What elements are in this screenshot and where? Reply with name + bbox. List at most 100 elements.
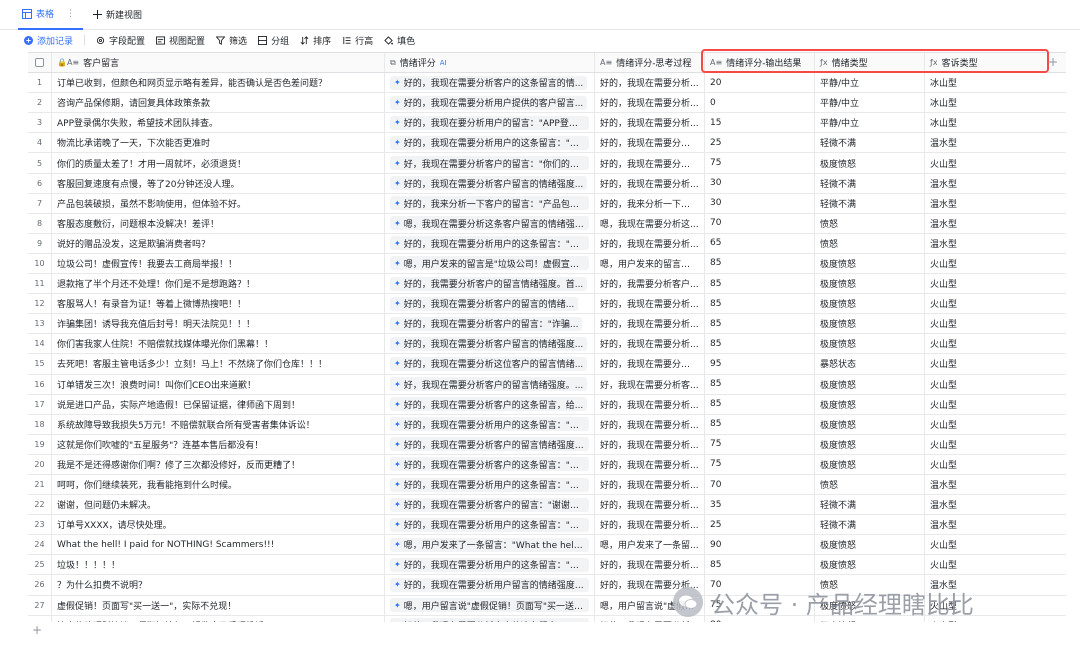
table-row[interactable]: 1 订单已收到，但颜色和网页显示略有差异，能否确认是否色差问题？ ✦ 好的，我现在需要… <box>28 73 1066 94</box>
emotion-type-cell[interactable]: 极度愤怒 <box>815 555 925 575</box>
customer-message-cell[interactable]: 我是不是还得感谢你们啊？修了三次都没修好，反而更糟了！ <box>52 454 385 474</box>
complaint-type-cell[interactable]: 温水型 <box>925 174 1046 193</box>
emotion-score-cell[interactable]: ✦ 嗯，用户发来的留言是"垃圾公司！虚假宣传... <box>385 253 595 274</box>
table-row[interactable]: 25 垃圾！！！！！ ✦ 好的，我现在需要分析用户的这条留言："垃圾... 好的，我现在… <box>28 555 1066 576</box>
table-row[interactable]: 3 APP登录偶尔失败，希望技术团队排查。 ✦ 好的，我现在要分析用户的留言："APP… <box>28 113 1066 134</box>
output-result-cell[interactable]: 75 <box>705 434 815 454</box>
thinking-process-cell[interactable]: 好的，我现在需要分析... <box>595 334 705 354</box>
table-row[interactable]: 12 客服骂人！有录音为证！等着上微博热搜吧！！ ✦ 好的，我现在需要分析客户的留言的… <box>28 294 1066 315</box>
complaint-type-cell[interactable]: 温水型 <box>925 194 1046 213</box>
table-row[interactable]: 22 谢谢，但问题仍未解决。 ✦ 好的，我现在需要分析客户的留言："谢谢，... 好的，… <box>28 495 1066 516</box>
ai-result-chip[interactable]: ✦ 好的，我现在需要分析客户的留言情绪强度评... <box>390 437 589 452</box>
customer-message-cell[interactable]: APP登录偶尔失败，希望技术团队排查。 <box>52 113 385 133</box>
thinking-process-cell[interactable]: 好的，我现在需要分析... <box>595 454 705 474</box>
ai-result-chip[interactable]: ✦ 嗯，用户留言说"虚假促销！页面写"买一送一"... <box>390 598 589 613</box>
emotion-type-cell[interactable]: 极度愤怒 <box>815 294 925 314</box>
output-result-cell[interactable]: 85 <box>705 374 815 394</box>
emotion-score-cell[interactable]: ✦ 好的，我来分析一下客户的留言："产品包装... <box>385 193 595 213</box>
table-row[interactable]: 17 说是进口产品，实际产地造假！已保留证据，律师函下周到！ ✦ 好的，我现在需要分析… <box>28 394 1066 415</box>
emotion-score-cell[interactable]: ✦好的，我现在需要分析客户的这条留言："擅... <box>385 615 595 622</box>
emotion-score-cell[interactable]: ✦ 好的，我现在需要分析客户的这条留言的情... <box>385 73 595 93</box>
ai-result-chip[interactable]: ✦ 好的，我现在需要分析用户提供的客户留言... <box>390 95 588 110</box>
output-result-cell[interactable]: 95 <box>705 354 815 374</box>
ai-result-chip[interactable]: ✦好的，我现在需要分析客户的这条留言："擅... <box>390 618 589 622</box>
emotion-type-cell[interactable]: 极度愤怒 <box>815 414 925 434</box>
complaint-type-cell[interactable]: 火山型 <box>925 294 1046 313</box>
ai-result-chip[interactable]: ✦ 好的，我现在需要分析客户留言的情绪强度... <box>390 176 588 191</box>
add-record-button[interactable]: 添加记录 <box>24 34 73 47</box>
emotion-type-cell[interactable]: 轻微不满 <box>815 495 925 515</box>
customer-message-cell[interactable]: What the hell! I paid for NOTHING! Scamm… <box>52 535 385 555</box>
customer-message-cell[interactable]: 说好的赠品没发，这是欺骗消费者吗？ <box>52 233 385 253</box>
emotion-type-cell[interactable]: 极度愤怒 <box>815 153 925 173</box>
emotion-score-cell[interactable]: ✦ 好的，我现在需要分析客户的这条留言："我是... <box>385 454 595 474</box>
output-result-cell[interactable]: 85 <box>705 394 815 414</box>
tab-more-icon[interactable]: ⋮ <box>66 9 75 19</box>
emotion-score-cell[interactable]: ✦ 好的，我现在需要分析客户的留言："诈骗... <box>385 314 595 334</box>
emotion-score-cell[interactable]: ✦ 好的，我现在需要分析用户的这条留言："说... <box>385 233 595 253</box>
output-result-cell[interactable]: 90 <box>705 535 815 555</box>
ai-result-chip[interactable]: ✦ 好的，我现在需要分析客户的这条留言，给... <box>390 397 588 412</box>
customer-message-cell[interactable]: 说是进口产品，实际产地造假！已保留证据，律师函下周到！ <box>52 394 385 414</box>
thinking-process-cell[interactable]: 好的，我需要分析客户... <box>595 274 705 294</box>
output-result-cell[interactable]: 30 <box>705 193 815 213</box>
emotion-score-cell[interactable]: ✦ 好的，我现在需要分析客户留言的情绪强度... <box>385 334 595 354</box>
table-row[interactable]: 2 咨询产品保修期，请回复具体政策条款 ✦ 好的，我现在需要分析用户提供的客户留言..… <box>28 93 1066 114</box>
complaint-type-cell[interactable]: 温水型 <box>925 475 1046 494</box>
thinking-process-cell[interactable]: 好的，我现在需要分析这... <box>595 354 705 374</box>
table-row[interactable]: 14 你们害我家人住院！不赔偿就找媒体曝光你们黑幕！！ ✦ 好的，我现在需要分析客户留… <box>28 334 1066 355</box>
header-thinking-process[interactable]: A≡ 情绪评分-思考过程 <box>595 53 705 73</box>
thinking-process-cell[interactable]: 嗯，我现在需要分析这... <box>595 213 705 233</box>
customer-message-cell[interactable]: 客服骂人！有录音为证！等着上微博热搜吧！！ <box>52 294 385 314</box>
complaint-type-cell[interactable]: 火山型 <box>925 254 1046 273</box>
ai-result-chip[interactable]: ✦ 好的，我现在需要分析这位客户的留言情绪... <box>390 356 588 371</box>
thinking-process-cell[interactable]: 嗯，用户发来的留言是"... <box>595 253 705 274</box>
complaint-type-cell[interactable]: 温水型 <box>925 495 1046 514</box>
output-result-cell[interactable]: 25 <box>705 515 815 535</box>
emotion-type-cell[interactable]: 轻微不满 <box>815 515 925 535</box>
complaint-type-cell[interactable]: 火山型 <box>925 334 1046 353</box>
table-row[interactable]: 19 这就是你们吹嘘的"五星服务"？连基本售后都没有！ ✦ 好的，我现在需要分析客户的… <box>28 434 1066 455</box>
emotion-type-cell[interactable]: 极度愤怒 <box>815 334 925 354</box>
thinking-process-cell[interactable]: 好的，我现在需要分析... <box>595 515 705 535</box>
table-row[interactable]: 21 呵呵，你们继续装死，我看能拖到什么时候。 ✦ 好的，我现在需要分析用户的这条留言… <box>28 474 1066 496</box>
complaint-type-cell[interactable]: 火山型 <box>925 435 1046 454</box>
ai-result-chip[interactable]: ✦ 嗯，我现在需要分析这条客户留言的情绪强度... <box>390 216 589 231</box>
customer-message-cell[interactable]: 客服态度敷衍，问题根本没解决！差评！ <box>52 213 385 233</box>
new-view-button[interactable]: 新建视图 <box>93 8 142 21</box>
thinking-process-cell[interactable]: 好的，我现在需要分析... <box>595 314 705 334</box>
emotion-score-cell[interactable]: ✦ 嗯，我现在需要分析这条客户留言的情绪强度... <box>385 213 595 233</box>
header-emotion-type[interactable]: ƒx 情绪类型 <box>815 53 925 73</box>
table-row[interactable]: 10 垃圾公司！虚假宣传！我要去工商局举报！！ ✦ 嗯，用户发来的留言是"垃圾公司！虚… <box>28 253 1066 275</box>
emotion-score-cell[interactable]: ✦ 好的，我现在需要分析用户的这条留言："物流... <box>385 133 595 153</box>
complaint-type-cell[interactable]: 火山型 <box>925 415 1046 434</box>
emotion-type-cell[interactable]: 平静/中立 <box>815 113 925 133</box>
output-result-cell[interactable]: 65 <box>705 233 815 253</box>
emotion-score-cell[interactable]: ✦ 好的，我现在需要分析客户的留言的情绪... <box>385 294 595 314</box>
customer-message-cell[interactable]: 系统故障导致我损失5万元！不赔偿就联合所有受害者集体诉讼！ <box>52 414 385 434</box>
emotion-type-cell[interactable]: 愤怒 <box>815 233 925 253</box>
customer-message-cell[interactable]: 这就是你们吹嘘的"五星服务"？连基本售后都没有！ <box>52 434 385 454</box>
emotion-score-cell[interactable]: ✦ 嗯，用户留言说"虚假促销！页面写"买一送一"... <box>385 595 595 615</box>
thinking-process-cell[interactable]: 好的，我现在需要分析... <box>595 233 705 253</box>
emotion-type-cell[interactable]: 极度愤怒 <box>815 454 925 474</box>
thinking-process-cell[interactable]: 好的，我现在需要分析... <box>595 93 705 113</box>
customer-message-cell[interactable]: 诈骗集团！诱导我充值后封号！明天法院见！！！ <box>52 314 385 334</box>
customer-message-cell[interactable]: 去死吧！客服主管电话多少！立刻！马上！不然烧了你们仓库！！！ <box>52 354 385 374</box>
emotion-type-cell[interactable]: 极度愤怒 <box>815 434 925 454</box>
ai-result-chip[interactable]: ✦ 好的，我现在需要分析用户的这条留言："系... <box>390 417 589 432</box>
select-all-checkbox[interactable] <box>35 58 44 68</box>
ai-result-chip[interactable]: ✦ 好的，我现在需要分析客户的留言："谢谢，... <box>390 497 589 512</box>
emotion-type-cell[interactable]: 暴怒状态 <box>815 354 925 374</box>
output-result-cell[interactable]: 15 <box>705 113 815 133</box>
header-output-result[interactable]: A≡ 情绪评分-输出结果 <box>705 53 815 73</box>
thinking-process-cell[interactable]: 好的，我现在需要分析... <box>595 434 705 454</box>
thinking-process-cell[interactable]: 好的，我现在需要分析用... <box>595 133 705 153</box>
emotion-score-cell[interactable]: ✦ 好的，我现在要分析用户的留言："APP登录... <box>385 113 595 133</box>
thinking-process-cell[interactable]: 好的，我现在需要分析... <box>595 173 705 193</box>
emotion-type-cell[interactable]: 极度愤怒 <box>815 274 925 294</box>
thinking-process-cell[interactable]: 好的，我现在需要分析... <box>595 555 705 575</box>
thinking-process-cell[interactable]: 好的，我现在需要分析... <box>595 414 705 434</box>
emotion-type-cell[interactable]: 极度愤怒 <box>815 253 925 274</box>
emotion-score-cell[interactable]: ✦ 嗯，用户发来了一条留言："What the hell! I ... <box>385 535 595 555</box>
